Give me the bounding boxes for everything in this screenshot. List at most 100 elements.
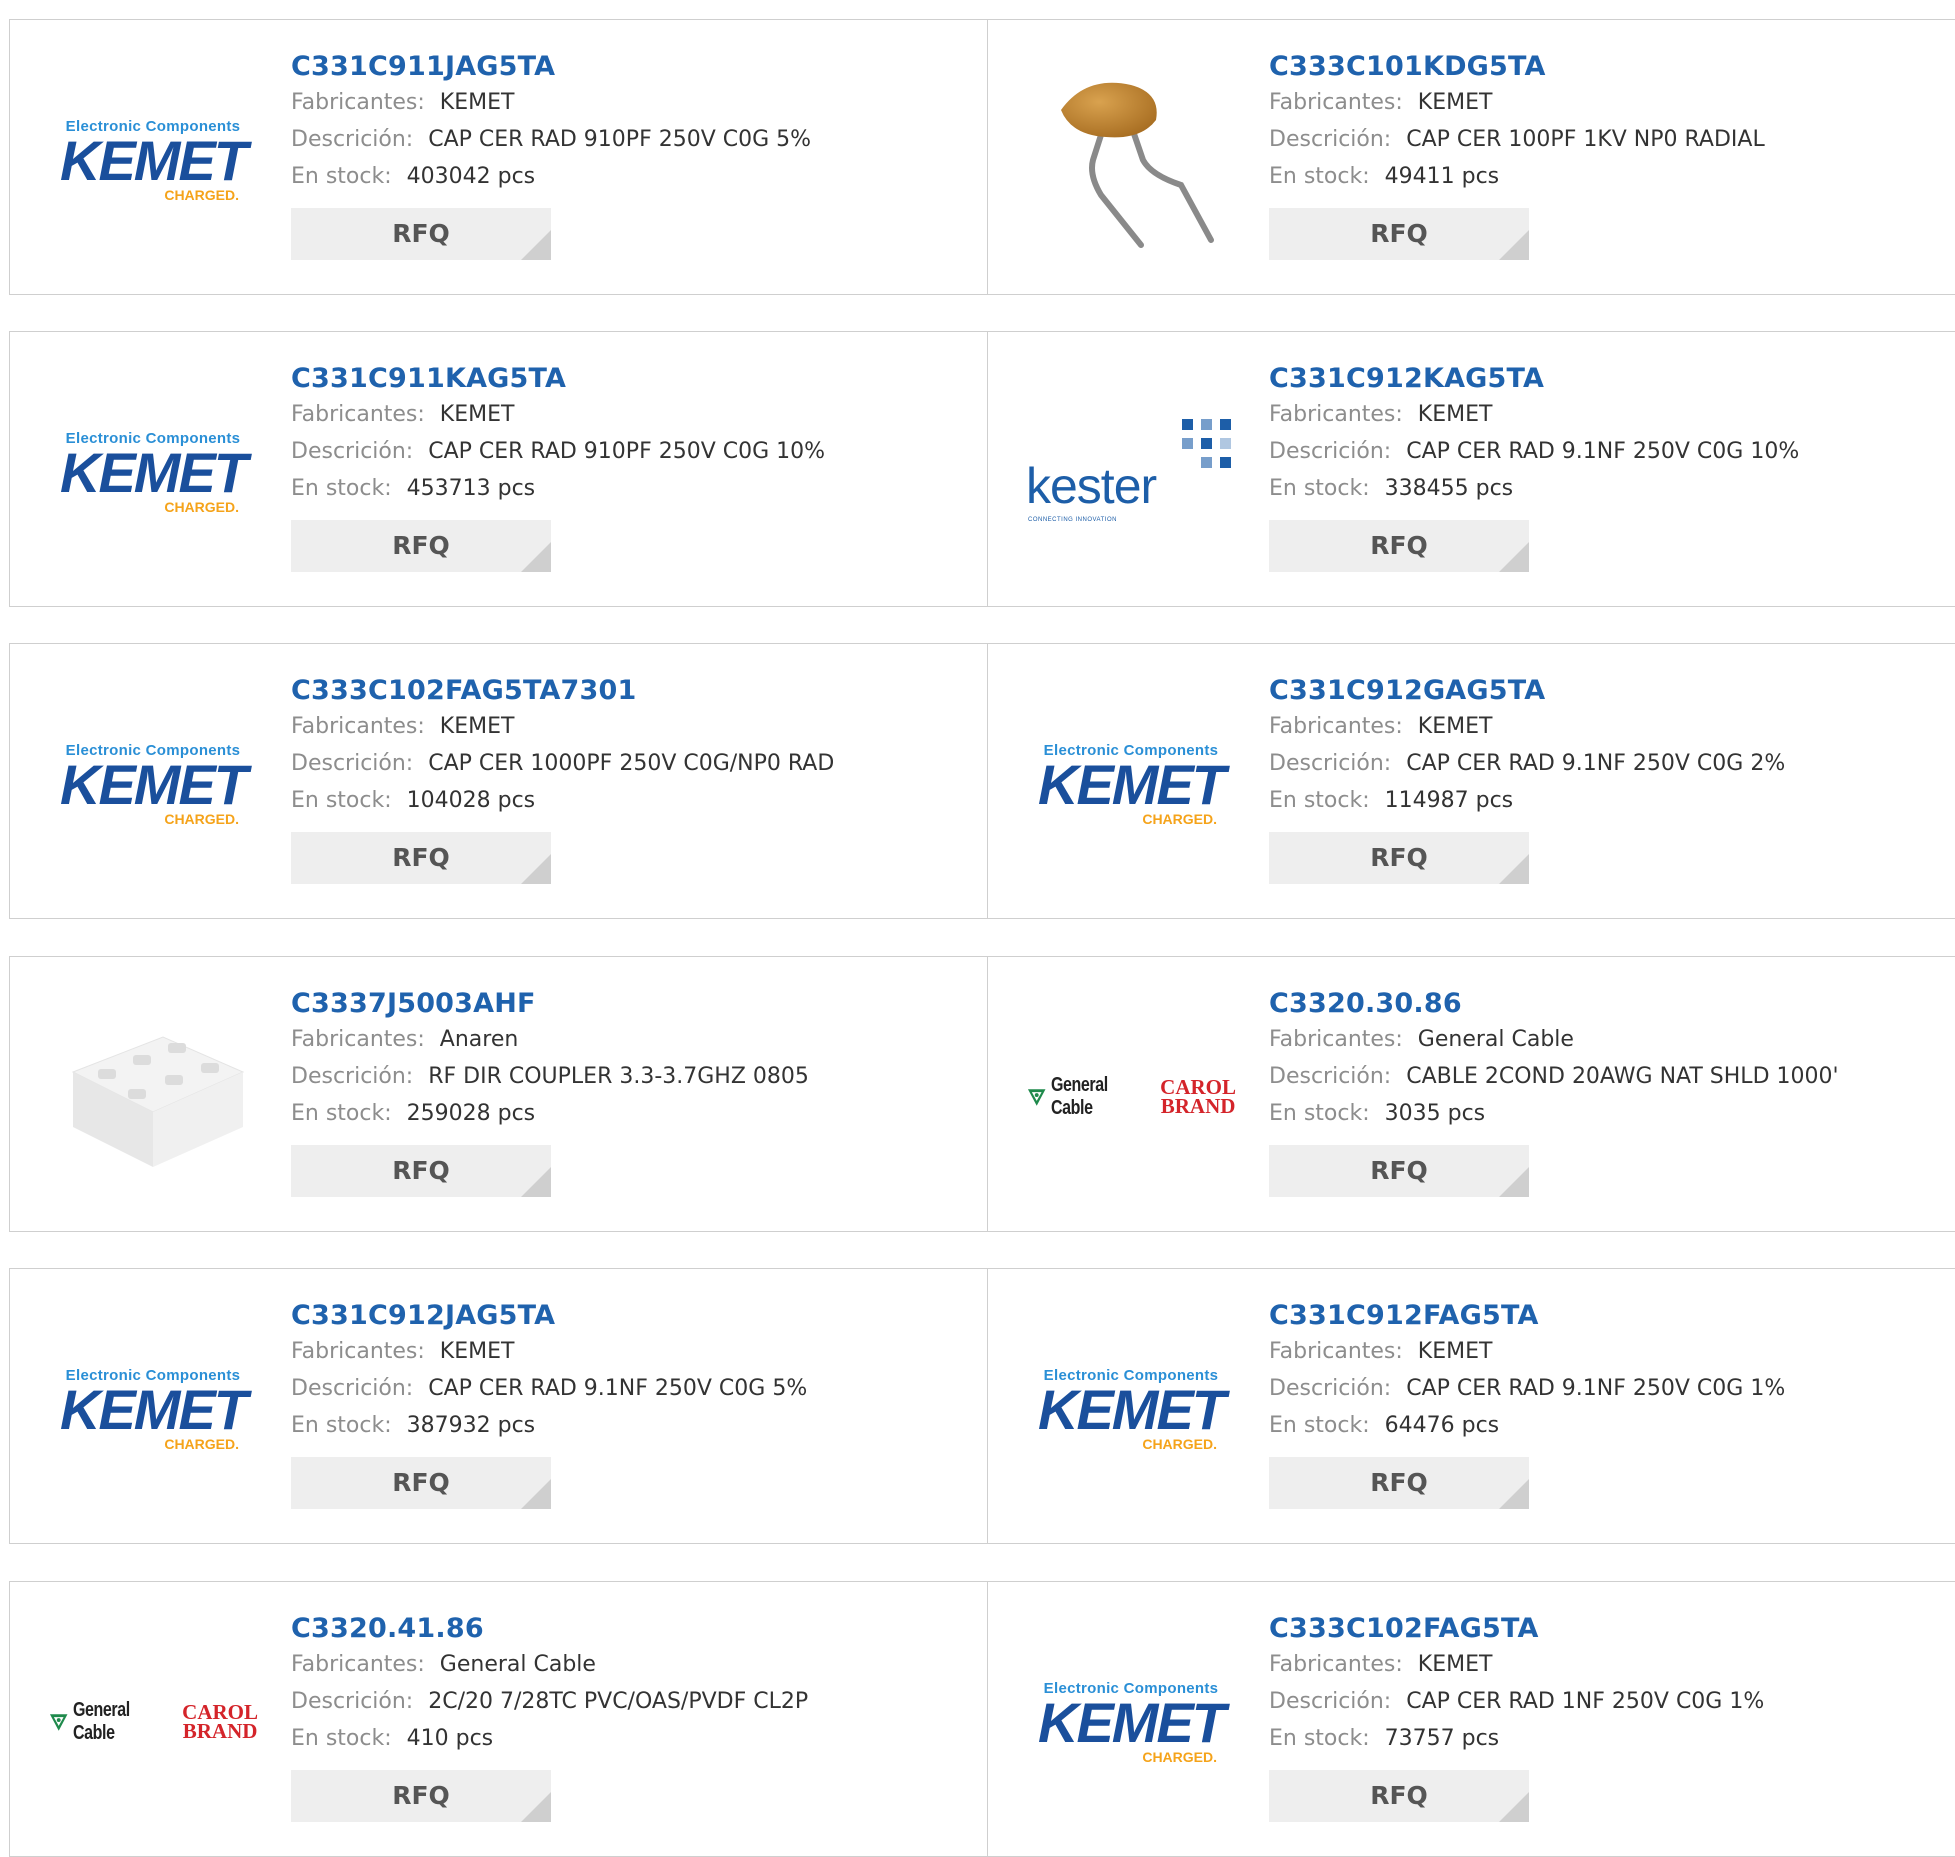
manufacturer-row: Fabricantes: KEMET <box>291 396 951 433</box>
rfq-button[interactable]: RFQ <box>291 832 551 884</box>
description-label: Descrición: <box>291 127 414 152</box>
manufacturer-label: Fabricantes: <box>1269 90 1403 115</box>
general-cable-shield-icon <box>1027 1089 1046 1106</box>
product-part-link[interactable]: C333C102FAG5TA <box>1269 1612 1929 1646</box>
kemet-logo: Electronic Components KEMET CHARGED. <box>60 429 248 515</box>
product-image[interactable]: Electronic Components KEMET CHARGED. <box>1026 1647 1236 1797</box>
product-part-link[interactable]: C3337J5003AHF <box>291 987 951 1021</box>
stock-value: 64476 pcs <box>1384 1413 1500 1438</box>
rfq-button-label: RFQ <box>1370 1781 1428 1810</box>
manufacturer-label: Fabricantes: <box>291 1652 425 1677</box>
product-part-link[interactable]: C331C912KAG5TA <box>1269 362 1929 396</box>
description-value: 2C/20 7/28TC PVC/OAS/PVDF CL2P <box>428 1689 809 1714</box>
product-image[interactable]: General Cable CAROL BRAND <box>48 1647 258 1797</box>
product-card: Electronic Components KEMET CHARGED. C33… <box>987 643 1955 919</box>
stock-value: 403042 pcs <box>406 164 536 189</box>
description-row: Descrición: CAP CER RAD 9.1NF 250V C0G 1… <box>1269 1370 1929 1407</box>
button-corner-decoration <box>1499 230 1529 260</box>
product-image[interactable]: Electronic Components KEMET CHARGED. <box>1026 1334 1236 1484</box>
stock-label: En stock: <box>291 1101 392 1126</box>
product-part-link[interactable]: C331C912FAG5TA <box>1269 1299 1929 1333</box>
product-card: Electronic Components KEMET CHARGED. C33… <box>987 1268 1955 1544</box>
product-image[interactable]: kester CONNECTING INNOVATION <box>1026 397 1236 547</box>
product-card: Electronic Components KEMET CHARGED. C33… <box>9 19 989 295</box>
description-value: CAP CER RAD 1NF 250V C0G 1% <box>1406 1689 1765 1714</box>
product-part-link[interactable]: C333C101KDG5TA <box>1269 50 1929 84</box>
kemet-logo: Electronic Components KEMET CHARGED. <box>60 741 248 827</box>
description-label: Descrición: <box>1269 1376 1392 1401</box>
manufacturer-label: Fabricantes: <box>1269 1339 1403 1364</box>
manufacturer-value: General Cable <box>439 1652 596 1677</box>
product-part-link[interactable]: C331C912JAG5TA <box>291 1299 951 1333</box>
manufacturer-value: KEMET <box>439 714 515 739</box>
rfq-button[interactable]: RFQ <box>291 1770 551 1822</box>
manufacturer-value: Anaren <box>439 1027 519 1052</box>
rfq-button[interactable]: RFQ <box>291 208 551 260</box>
description-label: Descrición: <box>1269 439 1392 464</box>
product-grid: Electronic Components KEMET CHARGED. C33… <box>0 0 1955 1857</box>
button-corner-decoration <box>1499 542 1529 572</box>
button-corner-decoration <box>521 1167 551 1197</box>
ceramic-capacitor-image <box>1061 82 1214 248</box>
description-value: CAP CER RAD 910PF 250V C0G 5% <box>428 127 812 152</box>
product-image[interactable] <box>1026 82 1236 248</box>
stock-value: 49411 pcs <box>1384 164 1500 189</box>
product-image[interactable] <box>48 1022 258 1172</box>
stock-label: En stock: <box>291 476 392 501</box>
kemet-logo: Electronic Components KEMET CHARGED. <box>60 1366 248 1452</box>
product-image[interactable]: Electronic Components KEMET CHARGED. <box>48 397 258 547</box>
description-value: CAP CER 1000PF 250V C0G/NP0 RAD <box>428 751 835 776</box>
product-card: Electronic Components KEMET CHARGED. C33… <box>9 1268 989 1544</box>
general-cable-logo: General Cable CAROL BRAND <box>1026 1074 1236 1120</box>
rfq-button-label: RFQ <box>1370 1156 1428 1185</box>
manufacturer-value: KEMET <box>439 1339 515 1364</box>
product-card: C3337J5003AHF Fabricantes: Anaren Descri… <box>9 956 989 1232</box>
stock-row: En stock: 73757 pcs <box>1269 1720 1929 1757</box>
description-row: Descrición: CAP CER 100PF 1KV NP0 RADIAL <box>1269 121 1929 158</box>
product-image[interactable]: General Cable CAROL BRAND <box>1026 1022 1236 1172</box>
button-corner-decoration <box>521 542 551 572</box>
button-corner-decoration <box>1499 1479 1529 1509</box>
manufacturer-row: Fabricantes: KEMET <box>291 708 951 745</box>
stock-label: En stock: <box>1269 1726 1370 1751</box>
rfq-button[interactable]: RFQ <box>1269 1145 1529 1197</box>
rfq-button[interactable]: RFQ <box>291 520 551 572</box>
manufacturer-row: Fabricantes: General Cable <box>1269 1021 1929 1058</box>
product-card: Electronic Components KEMET CHARGED. C33… <box>9 643 989 919</box>
rfq-button[interactable]: RFQ <box>1269 1770 1529 1822</box>
manufacturer-value: KEMET <box>1417 1339 1493 1364</box>
stock-label: En stock: <box>291 788 392 813</box>
product-image[interactable]: Electronic Components KEMET CHARGED. <box>48 85 258 235</box>
rfq-button[interactable]: RFQ <box>1269 832 1529 884</box>
manufacturer-row: Fabricantes: KEMET <box>291 1333 951 1370</box>
manufacturer-value: KEMET <box>1417 714 1493 739</box>
stock-row: En stock: 49411 pcs <box>1269 158 1929 195</box>
manufacturer-label: Fabricantes: <box>1269 402 1403 427</box>
manufacturer-value: KEMET <box>1417 1652 1493 1677</box>
product-part-link[interactable]: C3320.41.86 <box>291 1612 951 1646</box>
product-image[interactable]: Electronic Components KEMET CHARGED. <box>48 709 258 859</box>
rfq-button[interactable]: RFQ <box>291 1145 551 1197</box>
rfq-button[interactable]: RFQ <box>1269 1457 1529 1509</box>
stock-row: En stock: 410 pcs <box>291 1720 951 1757</box>
product-part-link[interactable]: C3320.30.86 <box>1269 987 1929 1021</box>
product-image[interactable]: Electronic Components KEMET CHARGED. <box>48 1334 258 1484</box>
product-part-link[interactable]: C331C911KAG5TA <box>291 362 951 396</box>
product-card: C333C101KDG5TA Fabricantes: KEMET Descri… <box>987 19 1955 295</box>
button-corner-decoration <box>521 230 551 260</box>
stock-row: En stock: 114987 pcs <box>1269 782 1929 819</box>
description-value: CAP CER RAD 9.1NF 250V C0G 5% <box>428 1376 808 1401</box>
manufacturer-value: KEMET <box>439 402 515 427</box>
rfq-button[interactable]: RFQ <box>1269 520 1529 572</box>
description-value: CABLE 2COND 20AWG NAT SHLD 1000' <box>1406 1064 1839 1089</box>
product-part-link[interactable]: C331C912GAG5TA <box>1269 674 1929 708</box>
manufacturer-label: Fabricantes: <box>291 402 425 427</box>
product-image[interactable]: Electronic Components KEMET CHARGED. <box>1026 709 1236 859</box>
manufacturer-label: Fabricantes: <box>1269 714 1403 739</box>
product-part-link[interactable]: C333C102FAG5TA7301 <box>291 674 951 708</box>
rfq-button[interactable]: RFQ <box>291 1457 551 1509</box>
stock-label: En stock: <box>1269 788 1370 813</box>
product-part-link[interactable]: C331C911JAG5TA <box>291 50 951 84</box>
rfq-button[interactable]: RFQ <box>1269 208 1529 260</box>
description-value: CAP CER RAD 9.1NF 250V C0G 1% <box>1406 1376 1786 1401</box>
